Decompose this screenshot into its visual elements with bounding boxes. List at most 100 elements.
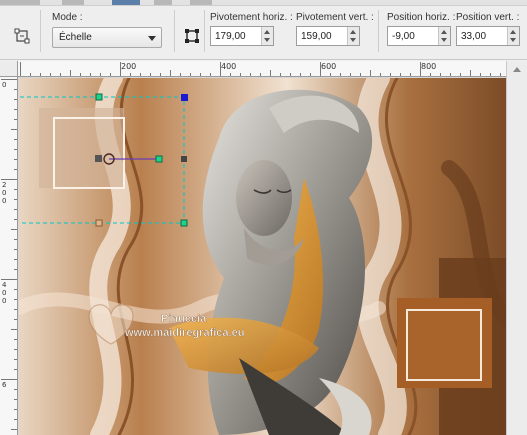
- gizmo-handle-bottom[interactable]: [95, 219, 103, 227]
- gizmo-handle-right[interactable]: [181, 156, 187, 162]
- toolbar-strip-selected[interactable]: [112, 0, 140, 5]
- ruler-tick: [390, 73, 391, 76]
- ruler-label: 0: [2, 289, 7, 297]
- pivot-v-stepper[interactable]: [347, 27, 359, 45]
- ruler-tick: [14, 239, 17, 240]
- vertical-scrollbar[interactable]: [506, 61, 527, 435]
- separator: [40, 10, 41, 52]
- ruler-tick: [14, 349, 17, 350]
- ruler-tick: [14, 99, 17, 100]
- pos-v-spinner[interactable]: 33,00: [456, 26, 520, 46]
- ruler-tick: [30, 73, 31, 76]
- ruler-label: 600: [321, 62, 337, 71]
- chevron-up-icon: [510, 30, 516, 34]
- ruler-tick: [50, 73, 51, 76]
- pivot-h-stepper[interactable]: [261, 27, 273, 45]
- ruler-tick: [11, 429, 17, 430]
- gizmo-handle-top-right[interactable]: [181, 94, 188, 101]
- ruler-tick: [480, 73, 481, 76]
- image-canvas[interactable]: Pinuccia www.maidiregrafica.eu: [19, 78, 506, 435]
- mode-select-value: Échelle: [59, 32, 92, 43]
- ruler-tick: [14, 359, 17, 360]
- ruler-tick: [350, 73, 351, 76]
- ruler-tick: [210, 73, 211, 76]
- gizmo-handle-top[interactable]: [95, 93, 103, 101]
- workspace: 200 400 600 800 0 2 0 0 4 0 0 6 Pinuccia…: [0, 61, 527, 435]
- pivot-h-value: 179,00: [215, 31, 246, 42]
- ruler-tick: [14, 139, 17, 140]
- chevron-down-icon: [264, 38, 270, 42]
- ruler-tick: [14, 389, 17, 390]
- ruler-tick: [400, 73, 401, 76]
- gizmo-center-handle[interactable]: [95, 155, 102, 162]
- mode-select[interactable]: Échelle: [52, 27, 162, 48]
- ruler-tick: [14, 319, 17, 320]
- ruler-tick: [420, 62, 421, 76]
- watermark-line-1: Pinuccia: [161, 313, 207, 325]
- ruler-tick: [14, 189, 17, 190]
- ruler-tick: [40, 73, 41, 76]
- ruler-tick: [330, 73, 331, 76]
- artwork[interactable]: Pinuccia www.maidiregrafica.eu: [19, 78, 506, 435]
- ruler-tick: [270, 70, 271, 76]
- ruler-tick: [470, 70, 471, 76]
- ruler-tick: [450, 73, 451, 76]
- separator: [378, 10, 379, 52]
- ruler-tick: [14, 399, 17, 400]
- chevron-down-icon: [510, 38, 516, 42]
- ruler-tick: [160, 73, 161, 76]
- toolbar-strip-item[interactable]: [190, 0, 212, 5]
- gizmo-handle-bottom-right[interactable]: [180, 219, 188, 227]
- scroll-up-icon[interactable]: [513, 67, 521, 72]
- ruler-label: 0: [2, 297, 7, 305]
- ruler-tick: [90, 73, 91, 76]
- mode-label: Mode :: [52, 12, 83, 23]
- pivot-h-spinner[interactable]: 179,00: [210, 26, 274, 46]
- ruler-tick: [430, 73, 431, 76]
- ruler-tick: [60, 73, 61, 76]
- ruler-tick: [14, 199, 17, 200]
- ruler-tick: [110, 73, 111, 76]
- ruler-tick: [200, 73, 201, 76]
- ruler-tick: [280, 73, 281, 76]
- reset-transform-icon[interactable]: [184, 28, 200, 44]
- ruler-tick: [14, 269, 17, 270]
- pivot-v-spinner[interactable]: 159,00: [296, 26, 360, 46]
- ruler-label: 0: [2, 189, 7, 197]
- ruler-tick: [260, 73, 261, 76]
- ruler-label: 200: [121, 62, 137, 71]
- vertical-ruler[interactable]: 0 2 0 0 4 0 0 6: [0, 77, 18, 435]
- ruler-tick: [150, 73, 151, 76]
- toolbar-strip-item[interactable]: [154, 0, 172, 5]
- toolbar-top-strip: [0, 0, 527, 6]
- gizmo-rotate-handle[interactable]: [155, 155, 163, 163]
- ruler-tick: [14, 409, 17, 410]
- toolbar-strip-item[interactable]: [0, 0, 40, 5]
- separator: [204, 10, 205, 52]
- ruler-tick: [360, 73, 361, 76]
- horizontal-ruler[interactable]: 200 400 600 800: [18, 61, 506, 77]
- pos-v-stepper[interactable]: [507, 27, 519, 45]
- ruler-tick: [130, 73, 131, 76]
- chevron-down-icon: [441, 38, 447, 42]
- toolbar-strip-item[interactable]: [62, 0, 84, 5]
- pos-h-stepper[interactable]: [438, 27, 450, 45]
- ruler-tick: [340, 73, 341, 76]
- ruler-tick: [310, 73, 311, 76]
- ruler-tick: [220, 62, 221, 76]
- pos-h-value: -9,00: [392, 31, 415, 42]
- pos-v-value: 33,00: [461, 31, 487, 42]
- ruler-label: 400: [221, 62, 237, 71]
- ruler-tick: [14, 299, 17, 300]
- pos-h-spinner[interactable]: -9,00: [387, 26, 451, 46]
- pivot-v-value: 159,00: [301, 31, 332, 42]
- ruler-tick: [230, 73, 231, 76]
- ruler-tick: [370, 70, 371, 76]
- chevron-down-icon: [148, 36, 156, 41]
- ruler-tick: [300, 73, 301, 76]
- ruler-tick: [320, 62, 321, 76]
- pick-tool-icon[interactable]: [14, 28, 30, 44]
- ruler-tick: [14, 249, 17, 250]
- ruler-tick: [14, 289, 17, 290]
- ruler-tick: [100, 73, 101, 76]
